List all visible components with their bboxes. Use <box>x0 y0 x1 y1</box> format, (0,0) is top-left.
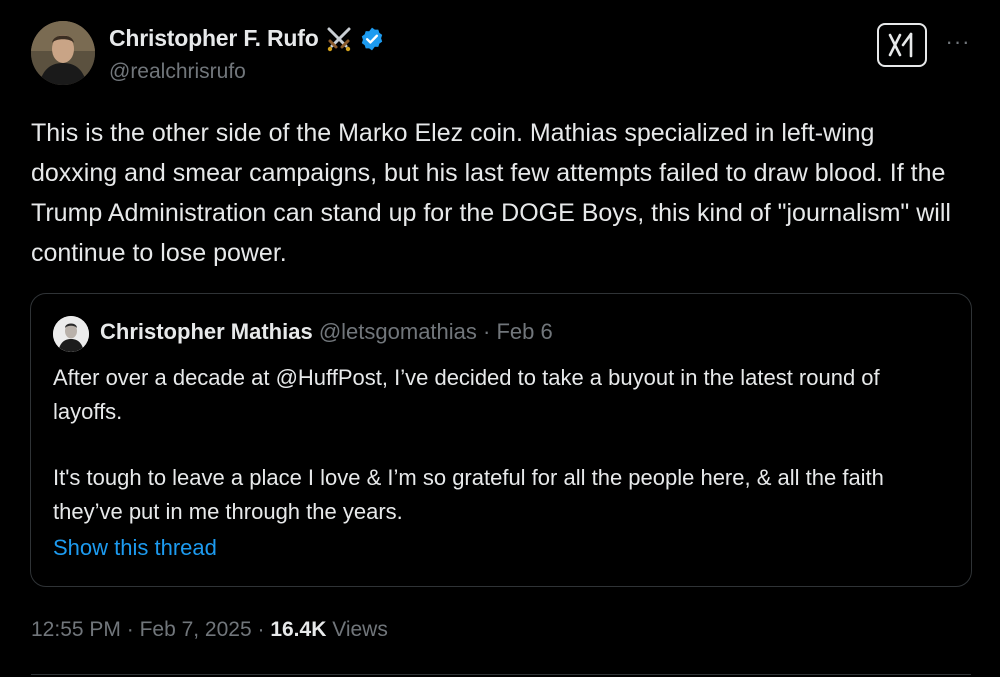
footer-separator-2: · <box>251 618 271 641</box>
quoted-paragraph-1: After over a decade at @HuffPost, I’ve d… <box>53 365 880 424</box>
show-thread-link[interactable]: Show this thread <box>53 535 217 561</box>
post-text: This is the other side of the Marko Elez… <box>31 119 951 267</box>
views-count: 16.4K <box>270 618 327 641</box>
views-label: Views <box>326 618 388 641</box>
crossed-swords-icon <box>325 26 353 52</box>
post-time[interactable]: 12:55 PM <box>31 618 121 641</box>
verified-badge-icon[interactable] <box>359 26 385 52</box>
divider <box>31 674 971 675</box>
author-name-row: Christopher F. Rufo <box>109 25 385 52</box>
grok-button[interactable] <box>877 23 927 67</box>
quoted-header: Christopher Mathias @letsgomathias · Feb… <box>100 319 553 345</box>
more-options-icon: ··· <box>945 29 971 54</box>
quoted-author-handle[interactable]: @letsgomathias <box>319 319 477 344</box>
quoted-author-avatar[interactable] <box>53 316 89 352</box>
author-avatar[interactable] <box>31 21 95 85</box>
quoted-paragraph-2: It's tough to leave a place I love & I’m… <box>53 465 884 524</box>
quoted-tweet[interactable]: Christopher Mathias @letsgomathias · Feb… <box>30 293 972 587</box>
post-date[interactable]: Feb 7, 2025 <box>140 618 252 641</box>
quoted-date[interactable]: Feb 6 <box>496 319 552 344</box>
quoted-separator: · <box>476 319 497 344</box>
author-name[interactable]: Christopher F. Rufo <box>109 25 319 52</box>
more-options-button[interactable]: ··· <box>942 26 974 58</box>
author-handle[interactable]: @realchrisrufo <box>109 60 246 84</box>
footer-separator-1: · <box>120 618 140 641</box>
post-footer: 12:55 PM · Feb 7, 2025 · 16.4K Views <box>31 618 388 642</box>
grok-icon <box>888 32 913 58</box>
quoted-author-name[interactable]: Christopher Mathias <box>100 319 313 344</box>
